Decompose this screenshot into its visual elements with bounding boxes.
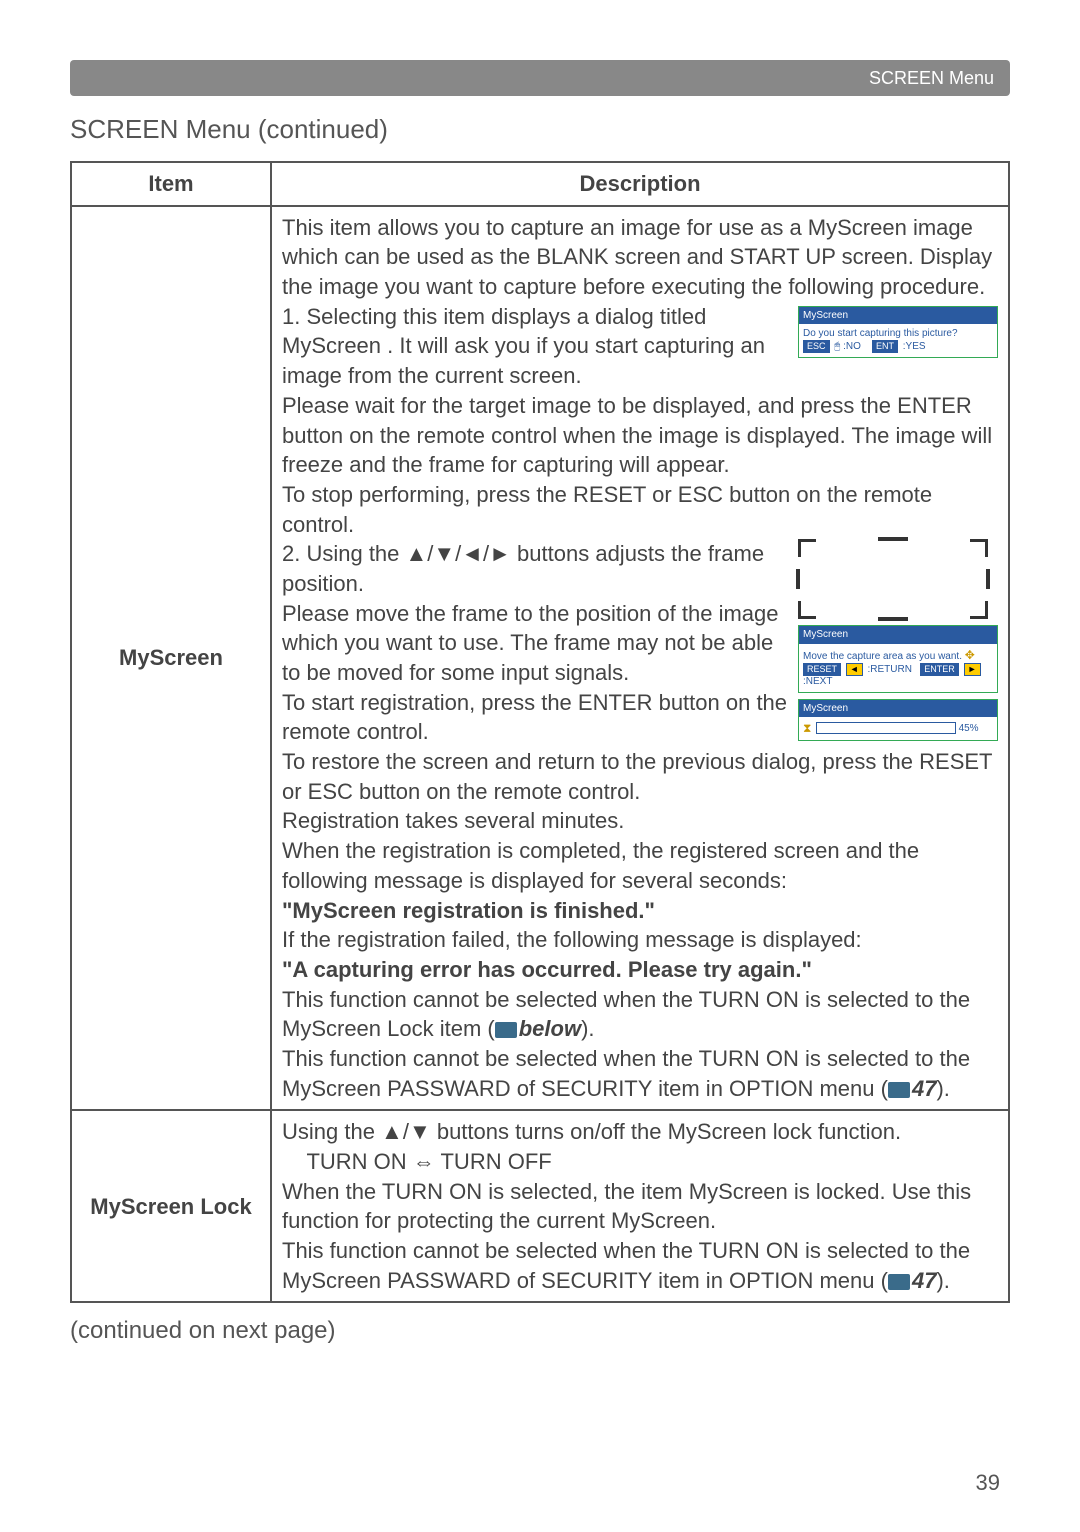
- dialog1-title: MyScreen: [799, 307, 997, 325]
- dialog2-title: MyScreen: [799, 626, 997, 644]
- page-number: 39: [976, 1470, 1000, 1496]
- enter-chip: ENTER: [920, 663, 959, 676]
- book-icon: [888, 1082, 910, 1098]
- note2a: This function cannot be selected when th…: [282, 1046, 970, 1101]
- book-icon: [888, 1274, 910, 1290]
- ent-chip: ENT: [872, 340, 898, 353]
- row-myscreen-lock-item: MyScreen Lock: [71, 1110, 271, 1302]
- dialog3-title: MyScreen: [799, 700, 997, 718]
- step1c: To stop performing, press the RESET or E…: [282, 482, 932, 537]
- crop-frame: [798, 539, 988, 619]
- row-myscreen-lock-desc: Using the ▲/▼ buttons turns on/off the M…: [271, 1110, 1009, 1302]
- lock-line3: When the TURN ON is selected, the item M…: [282, 1179, 971, 1234]
- next-dir-icon: ►: [964, 663, 981, 676]
- continued-note: (continued on next page): [70, 1317, 1010, 1345]
- mouse-icon: 🖱: [834, 341, 840, 352]
- note2b: 47: [912, 1076, 936, 1101]
- row-myscreen-desc: This item allows you to capture an image…: [271, 206, 1009, 1111]
- yes-label: :YES: [903, 341, 926, 352]
- next-label: :NEXT: [803, 676, 832, 687]
- dialog-capture-confirm: MyScreen Do you start capturing this pic…: [798, 302, 998, 363]
- step1b: Please wait for the target image to be d…: [282, 393, 992, 477]
- intro-text: This item allows you to capture an image…: [282, 215, 992, 299]
- dialog2-body: Move the capture area as you want.: [803, 651, 962, 662]
- lock-note-a: This function cannot be selected when th…: [282, 1238, 970, 1293]
- screen-menu-table: Item Description MyScreen This item allo…: [70, 161, 1010, 1303]
- row-myscreen-item: MyScreen: [71, 206, 271, 1111]
- step2c: To start registration, press the ENTER b…: [282, 690, 787, 745]
- step2a: 2. Using the ▲/▼/◄/► buttons adjusts the…: [282, 541, 764, 596]
- section-title: SCREEN Menu (continued): [70, 114, 1010, 145]
- step2d: To restore the screen and return to the …: [282, 749, 992, 804]
- book-icon: [495, 1022, 517, 1038]
- step2b: Please move the frame to the position of…: [282, 601, 779, 685]
- msg-err: "A capturing error has occurred. Please …: [282, 957, 812, 982]
- no-label: :NO: [843, 341, 861, 352]
- reg3: If the registration failed, the followin…: [282, 927, 862, 952]
- col-desc: Description: [271, 162, 1009, 206]
- crop-and-dialogs: MyScreen Move the capture area as you wa…: [798, 539, 998, 744]
- reg1: Registration takes several minutes.: [282, 808, 624, 833]
- lock-line1: Using the ▲/▼ buttons turns on/off the M…: [282, 1119, 901, 1144]
- return-label: :RETURN: [868, 664, 912, 675]
- reg2: When the registration is completed, the …: [282, 838, 919, 893]
- note1b: below: [519, 1016, 581, 1041]
- progress-pct: 45%: [959, 723, 979, 734]
- note1a: This function cannot be selected when th…: [282, 987, 970, 1042]
- step1a: 1. Selecting this item displays a dialog…: [282, 304, 765, 388]
- breadcrumb: SCREEN Menu: [869, 68, 994, 89]
- header-bar: SCREEN Menu: [70, 60, 1010, 96]
- note2c: ).: [936, 1076, 949, 1101]
- return-dir-icon: ◄: [846, 663, 863, 676]
- lock-note-c: ).: [936, 1268, 949, 1293]
- hourglass-icon: ⧗: [803, 721, 813, 735]
- msg-ok: "MyScreen registration is finished.": [282, 898, 655, 923]
- dialog1-body: Do you start capturing this picture?: [803, 328, 958, 339]
- esc-chip: ESC: [803, 340, 830, 353]
- col-item: Item: [71, 162, 271, 206]
- lock-line2: TURN ON ⇔ TURN OFF: [306, 1149, 551, 1174]
- lock-note-b: 47: [912, 1268, 936, 1293]
- note1c: ).: [581, 1016, 594, 1041]
- reset-chip: RESET: [803, 663, 841, 676]
- move-arrows-icon: ✥: [965, 648, 975, 662]
- progress-bar: [816, 722, 956, 734]
